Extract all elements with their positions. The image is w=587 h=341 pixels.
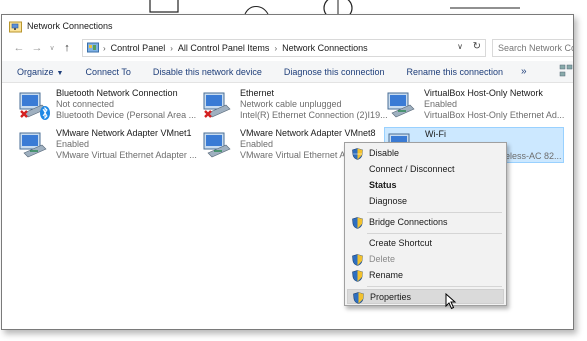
back-button[interactable]: ← (10, 39, 28, 57)
menu-separator (367, 233, 502, 234)
more-commands-button[interactable]: » (521, 66, 527, 77)
arrow-up-icon: ↑ (64, 42, 70, 54)
menu-label: Delete (369, 254, 396, 264)
title-bar: Network Connections (2, 15, 573, 37)
menu-item-diagnose[interactable]: Diagnose (347, 194, 504, 209)
connection-device: Intel(R) Ethernet Connection (2)I19... (240, 110, 388, 120)
up-button[interactable]: ↑ (58, 39, 76, 57)
caret-down-icon: ▼ (56, 69, 64, 77)
arrow-left-icon: ← (13, 42, 25, 54)
organize-label: Organize (17, 66, 54, 77)
menu-item-connect-disconnect[interactable]: Connect / Disconnect (347, 162, 504, 177)
connection-status: Enabled (56, 139, 90, 149)
menu-label: Create Shortcut (369, 238, 433, 248)
connection-device: VMware Virtual Ethernet Adapter ... (56, 150, 197, 160)
menu-item-delete: Delete (347, 252, 504, 267)
menu-label: Properties (370, 292, 412, 302)
window-title: Network Connections (27, 21, 113, 31)
connection-status: Enabled (424, 99, 458, 109)
desktop-background (0, 0, 587, 14)
recent-locations-button[interactable]: ∨ (46, 39, 58, 57)
command-bar: Organize ▼ Connect To Disable this networ… (2, 61, 573, 83)
menu-item-create-shortcut[interactable]: Create Shortcut (347, 236, 504, 251)
menu-label: Disable (369, 148, 400, 158)
context-menu: Disable Connect / Disconnect Status Diag… (344, 142, 507, 306)
network-adapter-icon (19, 92, 50, 120)
organize-button[interactable]: Organize ▼ (17, 67, 63, 77)
connection-device: eless-AC 82... (505, 151, 562, 161)
menu-item-disable[interactable]: Disable (347, 146, 504, 161)
breadcrumb-all-items[interactable]: All Control Panel Items (178, 43, 270, 53)
menu-label: Connect / Disconnect (369, 164, 455, 174)
connection-name: VMware Network Adapter VMnet8 (240, 128, 376, 138)
forward-button[interactable]: → (28, 39, 46, 57)
menu-item-properties[interactable]: Properties (347, 289, 504, 304)
uac-shield-icon (353, 292, 364, 304)
connection-name: Wi-Fi (425, 129, 446, 139)
background-sketch (149, 0, 520, 14)
menu-label: Bridge Connections (369, 217, 448, 227)
breadcrumb-separator-icon: › (103, 43, 106, 53)
disable-device-button[interactable]: Disable this network device (153, 67, 262, 77)
connection-virtualbox[interactable]: VirtualBox Host-Only Network Enabled Vir… (384, 87, 564, 123)
connection-vmnet1[interactable]: VMware Network Adapter VMnet1 Enabled VM… (16, 127, 197, 163)
menu-label: Status (369, 180, 397, 190)
connection-name: Bluetooth Network Connection (56, 88, 178, 98)
chevron-down-icon: ∨ (49, 45, 55, 52)
connection-ethernet[interactable]: Ethernet Network cable unplugged Intel(R… (200, 87, 388, 123)
address-dropdown-icon[interactable]: ∨ (457, 42, 463, 51)
menu-item-status[interactable]: Status (347, 178, 504, 193)
connection-name: VirtualBox Host-Only Network (424, 88, 543, 98)
menu-separator (367, 212, 502, 213)
connection-name: VMware Network Adapter VMnet1 (56, 128, 192, 138)
breadcrumb-separator-icon: › (170, 43, 173, 53)
search-input[interactable]: Search Network Conn (492, 39, 573, 57)
address-row: ← → ∨ ↑ › Control Panel › All Control Pa… (2, 37, 573, 59)
connect-to-button[interactable]: Connect To (85, 67, 130, 77)
breadcrumb-network-connections[interactable]: Network Connections (282, 43, 368, 53)
connection-device: Bluetooth Device (Personal Area ... (56, 110, 197, 120)
connection-bluetooth[interactable]: Bluetooth Network Connection Not connect… (16, 87, 196, 123)
menu-item-bridge-connections[interactable]: Bridge Connections (347, 215, 504, 230)
menu-separator (367, 286, 502, 287)
connection-status: Enabled (240, 139, 274, 149)
breadcrumb-control-panel[interactable]: Control Panel (111, 43, 166, 53)
rename-button[interactable]: Rename this connection (406, 67, 503, 77)
breadcrumb-separator-icon: › (274, 43, 278, 53)
connection-device: VirtualBox Host-Only Ethernet Ad... (424, 110, 565, 120)
uac-shield-icon (352, 270, 363, 282)
refresh-icon[interactable]: ↻ (473, 41, 481, 52)
network-adapter-icon (387, 92, 415, 118)
arrow-right-icon: → (31, 42, 43, 54)
control-panel-icon (87, 42, 99, 53)
change-view-icon[interactable] (559, 63, 573, 79)
mouse-pointer-icon (445, 293, 457, 310)
uac-shield-icon (352, 148, 363, 160)
network-folder-icon (9, 21, 22, 32)
menu-label: Diagnose (369, 196, 408, 206)
uac-shield-icon (352, 217, 363, 229)
connection-status: Network cable unplugged (240, 99, 342, 109)
network-adapter-icon (203, 132, 231, 158)
uac-shield-icon (352, 254, 363, 266)
menu-item-rename[interactable]: Rename (347, 268, 504, 283)
address-bar[interactable]: › Control Panel › All Control Panel Item… (82, 39, 486, 57)
connection-status: Not connected (56, 99, 115, 109)
connection-name: Ethernet (240, 88, 275, 98)
menu-label: Rename (369, 270, 404, 280)
diagnose-button[interactable]: Diagnose this connection (284, 67, 385, 77)
network-adapter-icon (19, 132, 47, 158)
network-adapter-icon (203, 92, 231, 118)
